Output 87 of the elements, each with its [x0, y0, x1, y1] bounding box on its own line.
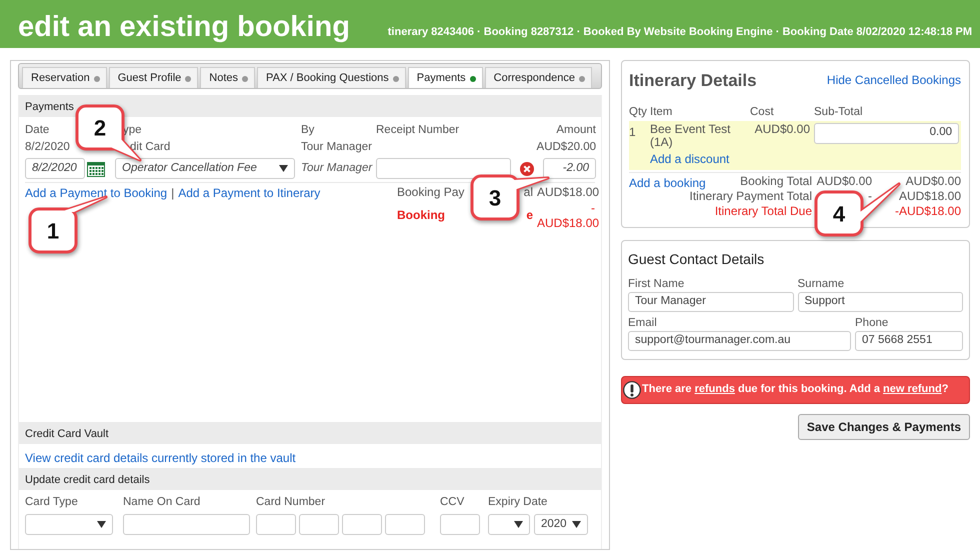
text-field[interactable]: 07 5668 2551: [855, 330, 963, 350]
total-label: Booking: [397, 208, 445, 224]
column-header: Receipt Number: [376, 124, 460, 136]
total-label: Booking Total: [740, 174, 812, 188]
field-label: Expiry Date: [488, 496, 548, 508]
save-button[interactable]: Save Changes & Payments: [798, 414, 970, 440]
column-header: Qty: [629, 106, 647, 118]
text-field[interactable]: Tour Manager: [628, 292, 794, 312]
link-separator: |: [171, 185, 174, 202]
vault-link[interactable]: View credit card details currently stored in the vault: [25, 451, 296, 465]
select-field[interactable]: 2020: [534, 514, 588, 535]
table-cell: AUD$0.00: [816, 174, 872, 188]
section-header: Payments: [19, 95, 601, 117]
total-label: Booking Pay: [397, 185, 464, 200]
add-payment-link[interactable]: Add a Payment to Itinerary: [178, 185, 320, 202]
field-label: Name On Card: [123, 496, 200, 508]
table-cell: AUD$0.00: [754, 122, 810, 136]
tab[interactable]: Notes: [200, 67, 256, 88]
page-title: edit an existing booking: [18, 13, 350, 42]
caret-icon: [572, 521, 581, 528]
card-number-field[interactable]: [385, 514, 425, 535]
card-number-field[interactable]: [342, 514, 382, 535]
section-header: Credit Card Vault: [19, 422, 601, 444]
total-value: -AUD$18.00: [894, 204, 961, 218]
field-label: CCV: [440, 496, 464, 508]
ccv-field[interactable]: [440, 514, 480, 535]
tab[interactable]: Reservation: [22, 67, 107, 88]
tab[interactable]: Payments: [408, 67, 483, 88]
calendar-icon: [87, 160, 105, 176]
field-label: Surname: [798, 278, 844, 290]
field-label: Phone: [855, 316, 888, 328]
total-label: al: [524, 185, 533, 200]
table-cell: -: [868, 188, 872, 202]
column-header: Amount: [556, 124, 596, 136]
total-value: AUD$18.00: [898, 188, 961, 202]
receipt-field[interactable]: [376, 158, 511, 179]
alert-text: There are: [642, 382, 693, 398]
card-title: Itinerary Details: [629, 70, 757, 92]
booking-summary: tinerary 8243406 · Booking 8287312 · Booked By Website Booking Engine · Booking Date 8/02/2020 12:48:18 PM: [388, 24, 972, 40]
total-value: AUD$18.00: [537, 185, 600, 199]
table-cell: AUD$20.00: [536, 141, 596, 153]
caret-icon: [97, 521, 106, 528]
text-field[interactable]: support@tourmanager.com.au: [628, 330, 851, 350]
warning-icon: [623, 380, 641, 398]
amount-field[interactable]: -2.00: [543, 158, 596, 179]
total-label: Itinerary Payment Total: [689, 188, 812, 202]
alert-text: ?: [942, 382, 948, 398]
column-header: By: [301, 124, 314, 136]
select-field[interactable]: [25, 514, 113, 535]
card-number-field[interactable]: [256, 514, 296, 535]
refund-link[interactable]: refunds: [694, 381, 735, 398]
tab[interactable]: PAX / Booking Questions: [257, 67, 406, 88]
total-label: Itinerary Total Due: [714, 204, 812, 218]
select-field[interactable]: [488, 514, 530, 535]
caret-icon: [514, 521, 523, 528]
remove-icon: [520, 162, 534, 176]
table-cell: 1: [629, 124, 636, 138]
table-cell: Tour Manager: [301, 162, 372, 174]
total-value: - AUD$18.00: [537, 201, 600, 230]
tab[interactable]: Correspondence: [484, 67, 592, 88]
alert-text: due for this booking. Add a: [736, 382, 881, 398]
column-header: Cost: [750, 106, 774, 118]
text-field[interactable]: Support: [798, 292, 963, 312]
add-booking-link[interactable]: Add a booking: [629, 174, 706, 192]
subtotal-field[interactable]: 0.00: [814, 122, 959, 144]
tab[interactable]: Guest Profile: [108, 67, 198, 88]
card-number-field[interactable]: [299, 514, 339, 535]
total-label: e: [526, 208, 533, 224]
add-discount-link[interactable]: Add a discount: [650, 152, 730, 166]
total-value: AUD$0.00: [906, 174, 961, 188]
field-label: Card Type: [25, 496, 78, 508]
name-field[interactable]: [123, 514, 250, 535]
caret-icon: [279, 165, 288, 172]
table-cell: 8/2/2020: [25, 141, 70, 153]
hide-cancelled-link[interactable]: Hide Cancelled Bookings: [826, 71, 961, 89]
section-header: Update credit card details: [19, 468, 601, 490]
field-label: Email: [628, 316, 657, 328]
table-cell-text: Bee Event Test (1A): [650, 122, 732, 148]
column-header: Item: [650, 106, 672, 118]
refund-link[interactable]: new refund: [883, 381, 942, 398]
field-label: Card Number: [256, 496, 326, 508]
table-cell: Tour Manager: [301, 141, 372, 153]
date-field[interactable]: 8/2/2020: [25, 158, 85, 179]
field-label: First Name: [628, 278, 684, 290]
card-title: Guest Contact Details: [628, 250, 766, 268]
column-header: Date: [25, 124, 50, 136]
column-header: Sub-Total: [814, 106, 863, 118]
